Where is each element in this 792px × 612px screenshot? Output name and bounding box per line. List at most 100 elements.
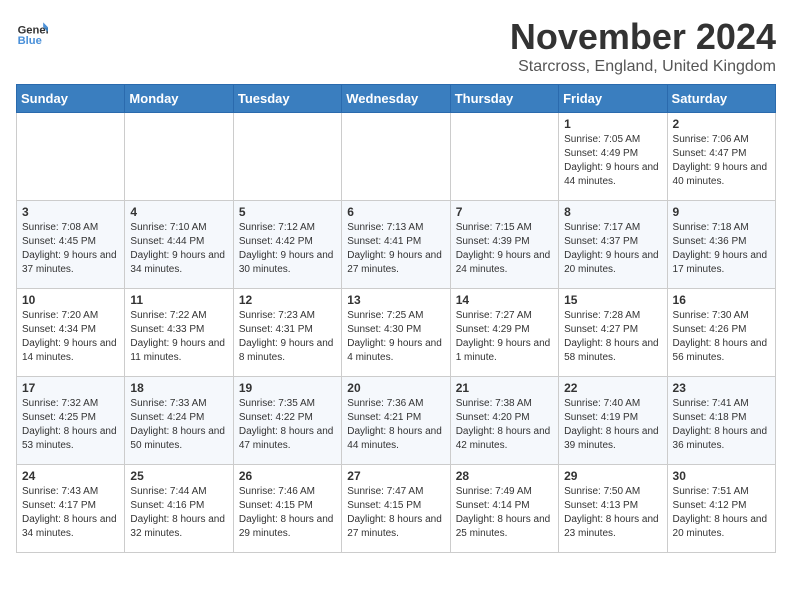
calendar-cell <box>233 113 341 201</box>
day-number: 6 <box>347 205 444 219</box>
day-number: 25 <box>130 469 227 483</box>
header: General Blue November 2024 Starcross, En… <box>16 16 776 76</box>
day-number: 17 <box>22 381 119 395</box>
day-info: Sunrise: 7:44 AM Sunset: 4:16 PM Dayligh… <box>130 485 227 541</box>
day-number: 26 <box>239 469 336 483</box>
calendar-cell <box>342 113 450 201</box>
logo: General Blue <box>16 16 48 48</box>
day-number: 24 <box>22 469 119 483</box>
calendar-week-1: 1Sunrise: 7:05 AM Sunset: 4:49 PM Daylig… <box>17 113 776 201</box>
calendar-cell: 2 Sunrise: 7:06 AM Sunset: 4:47 PM Daylig… <box>667 113 775 201</box>
calendar-cell: 1Sunrise: 7:05 AM Sunset: 4:49 PM Daylig… <box>559 113 667 201</box>
day-info: Sunrise: 7:38 AM Sunset: 4:20 PM Dayligh… <box>456 397 553 453</box>
month-title: November 2024 <box>510 16 776 58</box>
calendar-cell: 17 Sunrise: 7:32 AM Sunset: 4:25 PM Dayli… <box>17 377 125 465</box>
header-thursday: Thursday <box>450 85 558 113</box>
calendar-cell: 29Sunrise: 7:50 AM Sunset: 4:13 PM Dayli… <box>559 465 667 553</box>
calendar-week-5: 24 Sunrise: 7:43 AM Sunset: 4:17 PM Dayli… <box>17 465 776 553</box>
day-info: Sunrise: 7:06 AM Sunset: 4:47 PM Dayligh… <box>673 133 770 189</box>
calendar-cell: 30 Sunrise: 7:51 AM Sunset: 4:12 PM Dayli… <box>667 465 775 553</box>
day-number: 10 <box>22 293 119 307</box>
day-info: Sunrise: 7:36 AM Sunset: 4:21 PM Dayligh… <box>347 397 444 453</box>
location-subtitle: Starcross, England, United Kingdom <box>510 58 776 76</box>
calendar-cell: 27 Sunrise: 7:47 AM Sunset: 4:15 PM Dayli… <box>342 465 450 553</box>
day-info: Sunrise: 7:10 AM Sunset: 4:44 PM Dayligh… <box>130 221 227 277</box>
day-info: Sunrise: 7:47 AM Sunset: 4:15 PM Dayligh… <box>347 485 444 541</box>
day-number: 28 <box>456 469 553 483</box>
day-number: 21 <box>456 381 553 395</box>
logo-icon: General Blue <box>16 16 48 48</box>
day-number: 4 <box>130 205 227 219</box>
day-info: Sunrise: 7:30 AM Sunset: 4:26 PM Dayligh… <box>673 309 770 365</box>
header-monday: Monday <box>125 85 233 113</box>
day-info: Sunrise: 7:23 AM Sunset: 4:31 PM Dayligh… <box>239 309 336 365</box>
header-wednesday: Wednesday <box>342 85 450 113</box>
calendar-week-2: 3 Sunrise: 7:08 AM Sunset: 4:45 PM Daylig… <box>17 201 776 289</box>
calendar-cell: 23Sunrise: 7:41 AM Sunset: 4:18 PM Dayli… <box>667 377 775 465</box>
day-info: Sunrise: 7:43 AM Sunset: 4:17 PM Dayligh… <box>22 485 119 541</box>
calendar-cell: 26 Sunrise: 7:46 AM Sunset: 4:15 PM Dayli… <box>233 465 341 553</box>
day-number: 30 <box>673 469 770 483</box>
calendar-cell: 9Sunrise: 7:18 AM Sunset: 4:36 PM Daylig… <box>667 201 775 289</box>
calendar-cell: 21 Sunrise: 7:38 AM Sunset: 4:20 PM Dayli… <box>450 377 558 465</box>
day-info: Sunrise: 7:50 AM Sunset: 4:13 PM Dayligh… <box>564 485 661 541</box>
header-friday: Friday <box>559 85 667 113</box>
day-info: Sunrise: 7:15 AM Sunset: 4:39 PM Dayligh… <box>456 221 553 277</box>
day-number: 14 <box>456 293 553 307</box>
header-tuesday: Tuesday <box>233 85 341 113</box>
calendar-cell: 4 Sunrise: 7:10 AM Sunset: 4:44 PM Daylig… <box>125 201 233 289</box>
day-info: Sunrise: 7:51 AM Sunset: 4:12 PM Dayligh… <box>673 485 770 541</box>
calendar-cell: 7 Sunrise: 7:15 AM Sunset: 4:39 PM Daylig… <box>450 201 558 289</box>
calendar-cell: 19 Sunrise: 7:35 AM Sunset: 4:22 PM Dayli… <box>233 377 341 465</box>
calendar-cell: 22 Sunrise: 7:40 AM Sunset: 4:19 PM Dayli… <box>559 377 667 465</box>
day-info: Sunrise: 7:35 AM Sunset: 4:22 PM Dayligh… <box>239 397 336 453</box>
day-info: Sunrise: 7:27 AM Sunset: 4:29 PM Dayligh… <box>456 309 553 365</box>
calendar-cell: 28 Sunrise: 7:49 AM Sunset: 4:14 PM Dayli… <box>450 465 558 553</box>
day-info: Sunrise: 7:25 AM Sunset: 4:30 PM Dayligh… <box>347 309 444 365</box>
day-info: Sunrise: 7:17 AM Sunset: 4:37 PM Dayligh… <box>564 221 661 277</box>
header-saturday: Saturday <box>667 85 775 113</box>
day-number: 9 <box>673 205 770 219</box>
calendar-table: Sunday Monday Tuesday Wednesday Thursday… <box>16 84 776 553</box>
calendar-cell: 6 Sunrise: 7:13 AM Sunset: 4:41 PM Daylig… <box>342 201 450 289</box>
calendar-cell: 25 Sunrise: 7:44 AM Sunset: 4:16 PM Dayli… <box>125 465 233 553</box>
calendar-cell: 10 Sunrise: 7:20 AM Sunset: 4:34 PM Dayli… <box>17 289 125 377</box>
day-info: Sunrise: 7:13 AM Sunset: 4:41 PM Dayligh… <box>347 221 444 277</box>
svg-text:Blue: Blue <box>18 35 42 47</box>
calendar-week-4: 17 Sunrise: 7:32 AM Sunset: 4:25 PM Dayli… <box>17 377 776 465</box>
calendar-cell: 15Sunrise: 7:28 AM Sunset: 4:27 PM Dayli… <box>559 289 667 377</box>
day-info: Sunrise: 7:33 AM Sunset: 4:24 PM Dayligh… <box>130 397 227 453</box>
day-number: 18 <box>130 381 227 395</box>
calendar-cell <box>450 113 558 201</box>
header-sunday: Sunday <box>17 85 125 113</box>
calendar-cell: 13Sunrise: 7:25 AM Sunset: 4:30 PM Dayli… <box>342 289 450 377</box>
calendar-cell: 24 Sunrise: 7:43 AM Sunset: 4:17 PM Dayli… <box>17 465 125 553</box>
day-number: 7 <box>456 205 553 219</box>
day-number: 16 <box>673 293 770 307</box>
day-number: 3 <box>22 205 119 219</box>
day-info: Sunrise: 7:08 AM Sunset: 4:45 PM Dayligh… <box>22 221 119 277</box>
calendar-cell: 11Sunrise: 7:22 AM Sunset: 4:33 PM Dayli… <box>125 289 233 377</box>
calendar-cell: 12Sunrise: 7:23 AM Sunset: 4:31 PM Dayli… <box>233 289 341 377</box>
day-number: 19 <box>239 381 336 395</box>
calendar-week-3: 10 Sunrise: 7:20 AM Sunset: 4:34 PM Dayli… <box>17 289 776 377</box>
day-info: Sunrise: 7:40 AM Sunset: 4:19 PM Dayligh… <box>564 397 661 453</box>
day-info: Sunrise: 7:46 AM Sunset: 4:15 PM Dayligh… <box>239 485 336 541</box>
day-number: 15 <box>564 293 661 307</box>
day-number: 2 <box>673 117 770 131</box>
day-number: 8 <box>564 205 661 219</box>
day-info: Sunrise: 7:32 AM Sunset: 4:25 PM Dayligh… <box>22 397 119 453</box>
day-number: 20 <box>347 381 444 395</box>
day-info: Sunrise: 7:20 AM Sunset: 4:34 PM Dayligh… <box>22 309 119 365</box>
weekday-header-row: Sunday Monday Tuesday Wednesday Thursday… <box>17 85 776 113</box>
day-number: 5 <box>239 205 336 219</box>
day-info: Sunrise: 7:41 AM Sunset: 4:18 PM Dayligh… <box>673 397 770 453</box>
day-info: Sunrise: 7:49 AM Sunset: 4:14 PM Dayligh… <box>456 485 553 541</box>
calendar-cell: 16 Sunrise: 7:30 AM Sunset: 4:26 PM Dayli… <box>667 289 775 377</box>
calendar-cell: 20 Sunrise: 7:36 AM Sunset: 4:21 PM Dayli… <box>342 377 450 465</box>
calendar-cell: 14 Sunrise: 7:27 AM Sunset: 4:29 PM Dayli… <box>450 289 558 377</box>
calendar-cell: 8 Sunrise: 7:17 AM Sunset: 4:37 PM Daylig… <box>559 201 667 289</box>
day-number: 22 <box>564 381 661 395</box>
day-info: Sunrise: 7:12 AM Sunset: 4:42 PM Dayligh… <box>239 221 336 277</box>
day-number: 27 <box>347 469 444 483</box>
